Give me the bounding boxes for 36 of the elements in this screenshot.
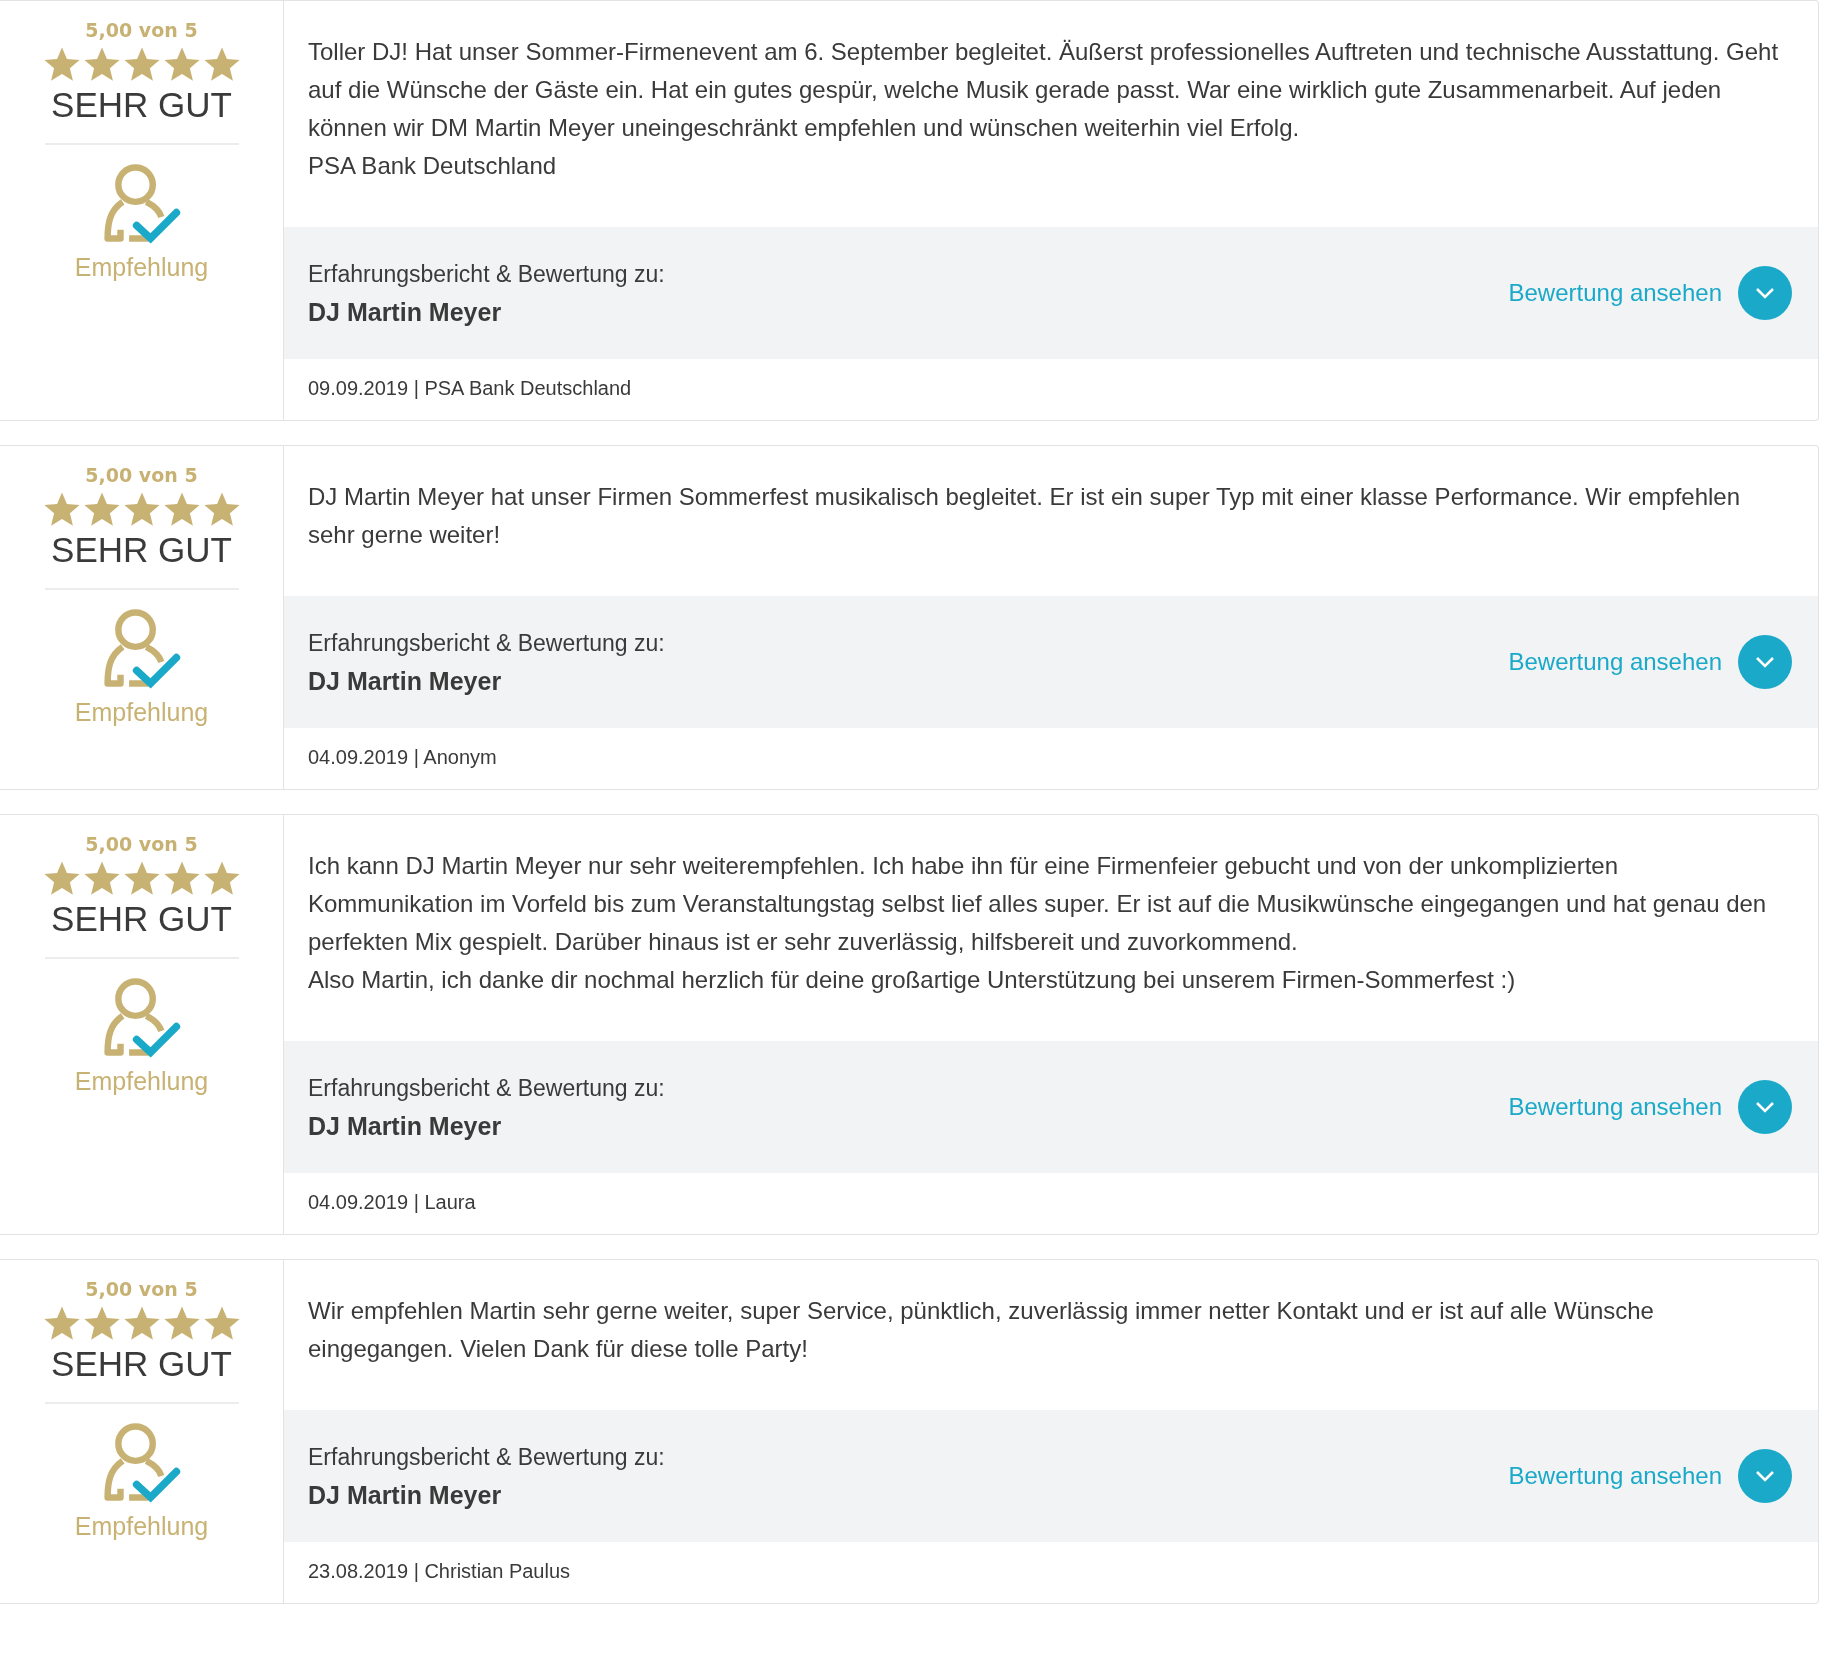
subject-label: Erfahrungsbericht & Bewertung zu: [308, 1074, 666, 1103]
subject-name: DJ Martin Meyer [308, 1480, 503, 1511]
recommendation-label: Empfehlung [74, 253, 209, 282]
expand-icon[interactable] [1738, 635, 1792, 689]
recommendation-label: Empfehlung [74, 1067, 209, 1096]
view-review-link[interactable]: Bewertung ansehen [1508, 1093, 1722, 1121]
grade-text: SEHR GUT [51, 1344, 232, 1384]
review-meta: 23.08.2019 | Christian Paulus [307, 1559, 572, 1584]
expand-icon[interactable] [1738, 1449, 1792, 1503]
score-text: 5,00 von 5 [85, 833, 198, 855]
score-text: 5,00 von 5 [85, 19, 198, 41]
recommendation-label: Empfehlung [74, 698, 209, 727]
score-text: 5,00 von 5 [85, 1278, 198, 1300]
view-review-link[interactable]: Bewertung ansehen [1508, 279, 1722, 307]
expand-icon[interactable] [1738, 266, 1792, 320]
grade-text: SEHR GUT [51, 530, 232, 570]
review-text: Ich kann DJ Martin Meyer nur sehr weiterempfehlen. Ich habe ihn für eine Firmenfeier gebucht und von der unkomplizierten Kommunikation im Vorfeld bis zum Veranstaltungstag selbst lief alles super. Er ist auf die Musikwünsche eingegangen und hat genau den perfekten Mix gespielt. Darüber hinaus ist er sehr zuverlässig, hilfsbereit und zuvorkommend. Also Martin, ich danke dir nochmal herzlich für deine großartige Unterstützung bei unserem Firmen-Sommerfest :) [307, 851, 1768, 995]
recommendation-label: Empfehlung [74, 1512, 209, 1541]
review-text: DJ Martin Meyer hat unser Firmen Sommerfest musikalisch begleitet. Er ist ein super Typ mit einer klasse Performance. Wir empfehlen sehr gerne weiter! [307, 482, 1742, 550]
grade-text: SEHR GUT [51, 899, 232, 939]
view-review-link[interactable]: Bewertung ansehen [1508, 1462, 1722, 1490]
subject-name: DJ Martin Meyer [308, 666, 503, 697]
grade-text: SEHR GUT [51, 85, 232, 125]
subject-label: Erfahrungsbericht & Bewertung zu: [308, 629, 666, 658]
view-review-link[interactable]: Bewertung ansehen [1508, 648, 1722, 676]
subject-label: Erfahrungsbericht & Bewertung zu: [308, 1443, 666, 1472]
review-meta: 09.09.2019 | PSA Bank Deutschland [307, 376, 633, 401]
expand-icon[interactable] [1738, 1080, 1792, 1134]
subject-name: DJ Martin Meyer [308, 297, 503, 328]
subject-name: DJ Martin Meyer [308, 1111, 503, 1142]
score-text: 5,00 von 5 [85, 464, 198, 486]
review-meta: 04.09.2019 | Laura [307, 1190, 477, 1215]
review-text: Toller DJ! Hat unser Sommer-Firmenevent am 6. September begleitet. Äußerst professionelles Auftreten und technische Ausstattung. Geht auf die Wünsche der Gäste ein. Hat ein gutes gespür, welche Musik gerade passt. War eine wirklich gute Zusammenarbeit. Auf jeden können wir DM Martin Meyer uneingeschränkt empfehlen und wünschen weiterhin viel Erfolg. PSA Bank Deutschland [307, 37, 1780, 181]
subject-label: Erfahrungsbericht & Bewertung zu: [308, 260, 666, 289]
review-text: Wir empfehlen Martin sehr gerne weiter, super Service, pünktlich, zuverlässig immer netter Kontakt und er ist auf alle Wünsche eingegangen. Vielen Dank für diese tolle Party! [307, 1296, 1655, 1364]
review-meta: 04.09.2019 | Anonym [307, 745, 498, 770]
